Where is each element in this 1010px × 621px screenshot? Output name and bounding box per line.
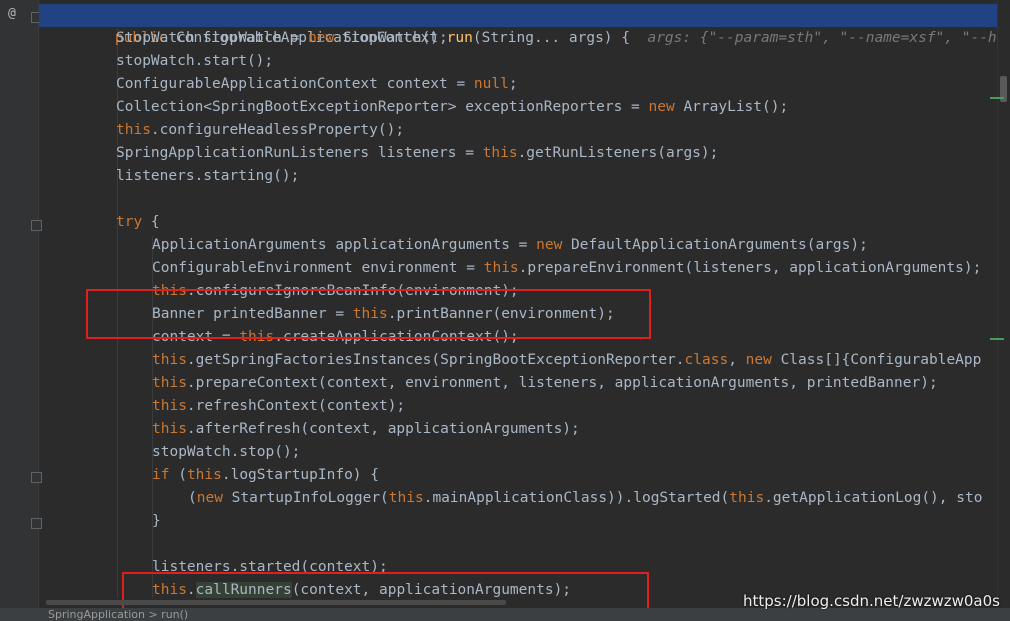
- breadcrumb[interactable]: SpringApplication > run(): [48, 608, 188, 621]
- code-line[interactable]: ApplicationArguments applicationArgument…: [39, 234, 1010, 257]
- code-line-method-signature[interactable]: public ConfigurableApplicationContext ru…: [39, 4, 1010, 46]
- horizontal-scrollbar[interactable]: [46, 600, 506, 605]
- code-line[interactable]: this.getSpringFactoriesInstances(SpringB…: [39, 349, 1010, 372]
- code-line-try[interactable]: try {: [39, 211, 1010, 234]
- code-line[interactable]: ConfigurableEnvironment environment = th…: [39, 257, 1010, 280]
- code-line[interactable]: ConfigurableApplicationContext context =…: [39, 73, 1010, 96]
- change-marker: [990, 97, 1004, 99]
- code-line[interactable]: this.prepareContext(context, environment…: [39, 372, 1010, 395]
- watermark: https://blog.csdn.net/zwzwzw0a0s: [743, 592, 1000, 610]
- code-line[interactable]: stopWatch.start();: [39, 50, 1010, 73]
- code-line[interactable]: this.configureHeadlessProperty();: [39, 119, 1010, 142]
- code-line[interactable]: stopWatch.stop();: [39, 441, 1010, 464]
- override-annotation-icon[interactable]: @: [8, 6, 16, 21]
- change-marker: [990, 338, 1004, 340]
- code-line[interactable]: }: [39, 510, 1010, 533]
- code-line[interactable]: StopWatch stopWatch = new StopWatch();: [39, 27, 1010, 50]
- code-line[interactable]: this.afterRefresh(context, applicationAr…: [39, 418, 1010, 441]
- code-line[interactable]: if (this.logStartupInfo) {: [39, 464, 1010, 487]
- code-line[interactable]: this.refreshContext(context);: [39, 395, 1010, 418]
- editor-gutter: @: [0, 0, 42, 621]
- code-line[interactable]: Collection<SpringBootExceptionReporter> …: [39, 96, 1010, 119]
- highlight-box-print-banner: [86, 289, 651, 339]
- code-line[interactable]: listeners.starting();: [39, 165, 1010, 188]
- code-line[interactable]: (new StartupInfoLogger(this.mainApplicat…: [39, 487, 1010, 510]
- vertical-scrollbar[interactable]: [997, 0, 1010, 621]
- code-line[interactable]: SpringApplicationRunListeners listeners …: [39, 142, 1010, 165]
